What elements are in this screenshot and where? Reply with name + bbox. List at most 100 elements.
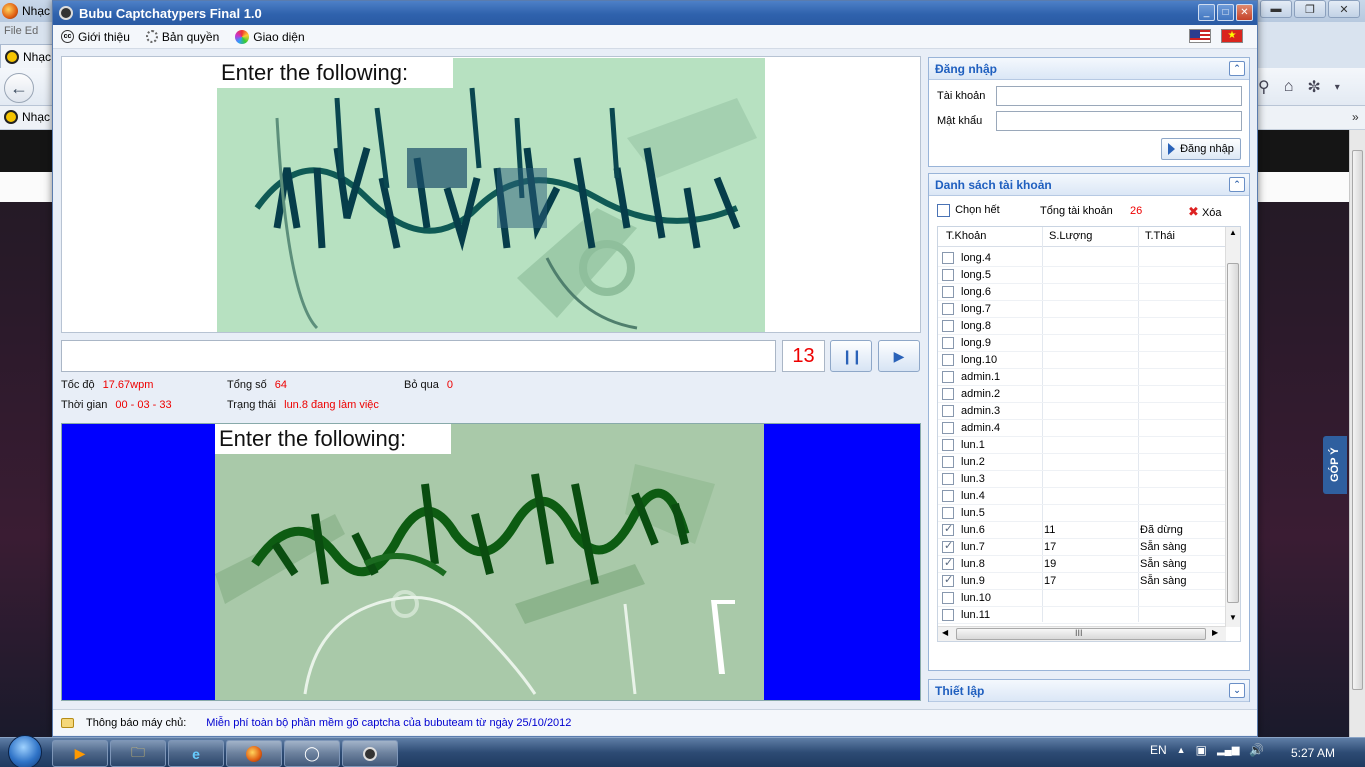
table-row[interactable]: admin.4 (938, 420, 1226, 437)
vietnam-flag-icon[interactable]: ★ (1221, 29, 1243, 43)
row-checkbox[interactable] (942, 507, 954, 519)
home-icon[interactable]: ⌂ (1284, 78, 1294, 96)
volume-icon[interactable]: 🔊 (1249, 743, 1264, 757)
scrollbar-thumb[interactable] (1227, 263, 1239, 603)
table-row[interactable]: lun.11 (938, 607, 1226, 624)
minimize-icon[interactable]: _ (1198, 4, 1215, 21)
bookmark-item[interactable]: Nhạc (4, 110, 50, 124)
language-indicator[interactable]: EN (1150, 743, 1167, 757)
signal-icon[interactable]: ▂▄▆ (1217, 745, 1239, 756)
scroll-left-icon[interactable]: ◀ (942, 628, 948, 637)
addon-icon[interactable]: ✼ (1307, 77, 1320, 97)
column-header-status[interactable]: T.Thái (1145, 230, 1175, 242)
row-checkbox[interactable] (942, 573, 954, 587)
ie-taskbar-button[interactable]: e (168, 740, 224, 767)
table-row[interactable]: lun.7 17 Sẵn sàng (938, 539, 1226, 556)
row-checkbox[interactable] (942, 303, 954, 315)
scrollbar-thumb[interactable]: III (956, 628, 1206, 640)
menu-about[interactable]: cc Giới thiệu (61, 30, 130, 44)
table-row[interactable]: long.10 (938, 352, 1226, 369)
column-header-account[interactable]: T.Khoản (946, 230, 986, 242)
close-icon[interactable]: ✕ (1236, 4, 1253, 21)
row-checkbox[interactable] (942, 456, 954, 468)
firefox-taskbar-button[interactable] (226, 740, 282, 767)
table-row[interactable]: lun.8 19 Sẵn sàng (938, 556, 1226, 573)
maximize-icon[interactable]: □ (1217, 4, 1234, 21)
table-row[interactable]: long.4 (938, 250, 1226, 267)
table-row[interactable]: admin.1 (938, 369, 1226, 386)
browser-tab[interactable]: Nhạc (0, 0, 60, 22)
row-checkbox[interactable] (942, 320, 954, 332)
explorer-taskbar-button[interactable]: 🗀 (110, 740, 166, 767)
device-icon[interactable]: ▣ (1196, 743, 1207, 757)
row-checkbox[interactable] (942, 337, 954, 349)
table-row[interactable]: long.7 (938, 301, 1226, 318)
row-checkbox[interactable] (942, 422, 954, 434)
table-row[interactable]: lun.5 (938, 505, 1226, 522)
bookmarks-overflow-icon[interactable]: » (1352, 110, 1359, 124)
row-checkbox[interactable] (942, 286, 954, 298)
table-row[interactable]: long.5 (938, 267, 1226, 284)
row-checkbox[interactable] (942, 473, 954, 485)
browser-scrollbar[interactable] (1349, 130, 1365, 737)
row-checkbox[interactable] (942, 609, 954, 621)
title-bar[interactable]: Bubu Captchatypers Final 1.0 _ □ ✕ (53, 1, 1257, 25)
browser-page-tab[interactable]: Nhạc (0, 44, 60, 68)
scroll-down-icon[interactable]: ▼ (1229, 613, 1237, 622)
play-button[interactable]: ▶ (878, 340, 920, 372)
login-panel-header[interactable]: Đăng nhập ⌃ (929, 58, 1249, 80)
table-row[interactable]: lun.1 (938, 437, 1226, 454)
scroll-right-icon[interactable]: ▶ (1212, 628, 1218, 637)
back-arrow-icon[interactable]: ← (4, 73, 34, 103)
search-icon[interactable]: ⚲ (1258, 77, 1270, 97)
login-button[interactable]: Đăng nhập (1161, 138, 1241, 160)
pause-button[interactable]: ❙❙ (830, 340, 872, 372)
tray-expand-icon[interactable]: ▲ (1177, 745, 1186, 755)
table-row[interactable]: admin.2 (938, 386, 1226, 403)
table-row[interactable]: long.6 (938, 284, 1226, 301)
us-flag-icon[interactable] (1189, 29, 1211, 43)
table-row[interactable]: lun.9 17 Sẵn sàng (938, 573, 1226, 590)
row-checkbox[interactable] (942, 592, 954, 604)
row-checkbox[interactable] (942, 539, 954, 553)
media-player-taskbar-button[interactable]: ▶ (52, 740, 108, 767)
chat-taskbar-button[interactable]: ◯ (284, 740, 340, 767)
table-vertical-scrollbar[interactable]: ▲ ▼ (1225, 227, 1240, 627)
column-header-quantity[interactable]: S.Lượng (1049, 230, 1092, 242)
row-checkbox[interactable] (942, 556, 954, 570)
table-row[interactable]: admin.3 (938, 403, 1226, 420)
table-row[interactable]: lun.6 11 Đã dừng (938, 522, 1226, 539)
table-row[interactable]: lun.3 (938, 471, 1226, 488)
table-row[interactable]: long.8 (938, 318, 1226, 335)
accounts-panel-header[interactable]: Danh sách tài khoản ⌃ (929, 174, 1249, 196)
row-checkbox[interactable] (942, 405, 954, 417)
close-icon[interactable]: ✕ (1328, 0, 1360, 18)
table-row[interactable]: lun.10 (938, 590, 1226, 607)
minimize-icon[interactable]: ▬ (1260, 0, 1292, 18)
password-input[interactable] (996, 111, 1242, 131)
browser-menu-edit[interactable]: Ed (25, 25, 38, 37)
clock[interactable]: 5:27 AM (1291, 746, 1335, 760)
chevron-up-icon[interactable]: ⌃ (1229, 177, 1245, 192)
menu-theme[interactable]: Giao diện (235, 29, 305, 44)
chevron-down-icon[interactable]: ⌄ (1229, 683, 1245, 698)
account-input[interactable] (996, 86, 1242, 106)
scroll-up-icon[interactable]: ▲ (1229, 228, 1237, 237)
row-checkbox[interactable] (942, 439, 954, 451)
browser-menu-file[interactable]: File (4, 25, 22, 37)
captcha-app-taskbar-button[interactable] (342, 740, 398, 767)
row-checkbox[interactable] (942, 490, 954, 502)
chevron-up-icon[interactable]: ⌃ (1229, 61, 1245, 76)
row-checkbox[interactable] (942, 388, 954, 400)
settings-panel-header[interactable]: Thiết lập ⌄ (929, 680, 1249, 702)
restore-icon[interactable]: ❐ (1294, 0, 1326, 18)
chevron-down-icon[interactable]: ▾ (1335, 82, 1340, 93)
table-row[interactable]: lun.4 (938, 488, 1226, 505)
select-all[interactable]: Chọn hết (937, 204, 1000, 217)
row-checkbox[interactable] (942, 354, 954, 366)
row-checkbox[interactable] (942, 371, 954, 383)
menu-license[interactable]: Bản quyền (145, 30, 219, 44)
row-checkbox[interactable] (942, 522, 954, 536)
table-horizontal-scrollbar[interactable]: ◀ III ▶ (938, 626, 1226, 641)
table-row[interactable]: long.9 (938, 335, 1226, 352)
